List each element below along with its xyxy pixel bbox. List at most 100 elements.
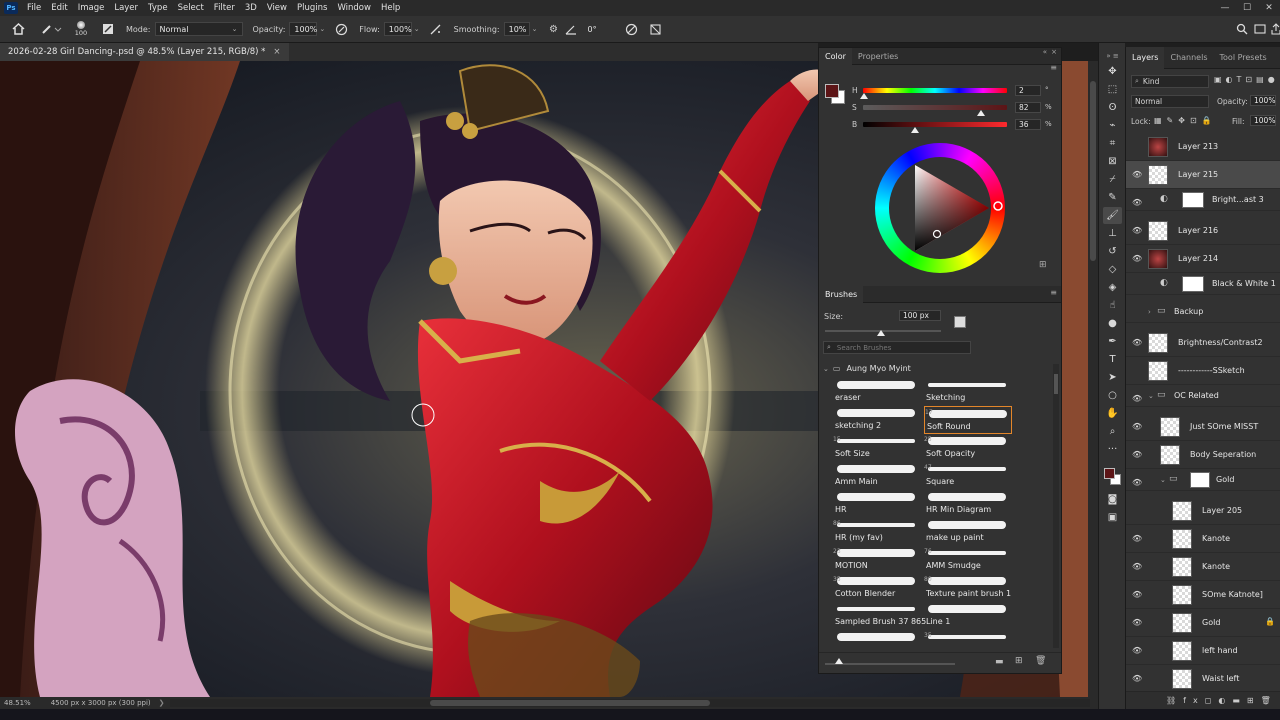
minimize-icon[interactable]: — bbox=[1214, 0, 1236, 16]
brush-preset[interactable]: 23 MOTION bbox=[833, 546, 921, 574]
preview-size-handle[interactable] bbox=[835, 658, 843, 664]
trash-icon[interactable]: 🗑 bbox=[1035, 656, 1046, 666]
brush-preset[interactable]: sketching 2 bbox=[833, 406, 921, 434]
scroll-thumb[interactable] bbox=[1090, 81, 1096, 261]
saturation-slider-handle[interactable] bbox=[977, 110, 986, 116]
layer-row[interactable]: 👁 Layer 216 bbox=[1126, 217, 1280, 245]
ellipse-tool-icon[interactable]: ○ bbox=[1103, 387, 1122, 404]
visibility-eye-icon[interactable]: 👁 bbox=[1132, 198, 1142, 208]
layer-mask-thumbnail[interactable] bbox=[1182, 192, 1204, 208]
screen-mode-icon[interactable]: ▣ bbox=[1103, 509, 1122, 526]
frame-tool-icon[interactable]: ⊠ bbox=[1103, 153, 1122, 170]
angle-icon[interactable] bbox=[563, 21, 579, 37]
layer-row[interactable]: 👁 Waist left bbox=[1126, 665, 1280, 691]
brush-list-scrollbar[interactable] bbox=[1053, 364, 1059, 648]
brightness-slider[interactable] bbox=[863, 122, 1007, 127]
gear-icon[interactable]: ⚙ bbox=[545, 21, 561, 37]
hue-input[interactable]: 2 bbox=[1015, 85, 1041, 96]
healing-brush-tool-icon[interactable]: ✎ bbox=[1103, 189, 1122, 206]
visibility-eye-icon[interactable]: 👁 bbox=[1132, 478, 1142, 488]
menu-filter[interactable]: Filter bbox=[209, 3, 240, 13]
brush-preset[interactable]: Sketching bbox=[924, 378, 1012, 406]
visibility-eye-icon[interactable]: 👁 bbox=[1132, 422, 1142, 432]
saturation-input[interactable]: 82 bbox=[1015, 102, 1041, 113]
layer-row[interactable]: 👁 Brightness/Contrast2 bbox=[1126, 329, 1280, 357]
brush-preset[interactable]: 25 Soft Opacity bbox=[924, 434, 1012, 462]
visibility-eye-icon[interactable] bbox=[1132, 282, 1142, 292]
layer-row[interactable]: 👁 Layer 215 bbox=[1126, 161, 1280, 189]
visibility-eye-icon[interactable]: 👁 bbox=[1132, 674, 1142, 684]
fill-input[interactable]: 100% bbox=[1250, 115, 1276, 126]
menu-type[interactable]: Type bbox=[143, 3, 173, 13]
visibility-eye-icon[interactable]: 👁 bbox=[1132, 394, 1142, 404]
brush-size-slider-handle[interactable] bbox=[877, 330, 885, 336]
brush-preset[interactable]: make up paint bbox=[924, 518, 1012, 546]
layer-opacity-input[interactable]: 100% bbox=[1250, 95, 1276, 106]
layer-row[interactable]: Layer 213 bbox=[1126, 133, 1280, 161]
close-window-icon[interactable]: ✕ bbox=[1258, 0, 1280, 16]
brush-preset[interactable]: HR Min Diagram bbox=[924, 490, 1012, 518]
brushes-menu-icon[interactable]: ≡ bbox=[1050, 288, 1057, 297]
layer-row[interactable]: › ▭ Backup bbox=[1126, 301, 1280, 323]
zoom-tool-icon[interactable]: ⌕ bbox=[1103, 423, 1122, 440]
group-chevron-icon[interactable]: ⌄ bbox=[1160, 476, 1166, 484]
toolbar-collapse-icon[interactable]: » ≡ bbox=[1103, 47, 1122, 64]
tab-brushes[interactable]: Brushes bbox=[819, 285, 864, 303]
preview-size-slider[interactable] bbox=[825, 663, 955, 665]
brush-preset[interactable]: HR bbox=[833, 490, 921, 518]
color-triangle[interactable] bbox=[875, 143, 1005, 273]
layer-footer-icons[interactable]: ⛓fx◻◐▬⊞🗑 bbox=[1166, 696, 1278, 705]
add-brush-icon[interactable]: ⊞ bbox=[1015, 656, 1023, 666]
eyedropper-tool-icon[interactable]: ⌿ bbox=[1103, 171, 1122, 188]
brush-preset[interactable]: 17 Soft Round bbox=[924, 406, 1012, 434]
color-wheel[interactable] bbox=[875, 143, 1005, 273]
canvas-vertical-scrollbar[interactable] bbox=[1088, 61, 1098, 697]
tab-channels[interactable]: Channels bbox=[1164, 47, 1213, 69]
brush-preset[interactable] bbox=[833, 630, 921, 652]
visibility-eye-icon[interactable]: 👁 bbox=[1132, 590, 1142, 600]
visibility-eye-icon[interactable]: 👁 bbox=[1132, 254, 1142, 264]
lock-icons[interactable]: ▦✎✥⊡🔒 bbox=[1154, 116, 1217, 125]
menu-select[interactable]: Select bbox=[173, 3, 209, 13]
brightness-input[interactable]: 36 bbox=[1015, 119, 1041, 130]
close-tab-icon[interactable]: × bbox=[273, 47, 280, 57]
document-tab[interactable]: 2026-02-28 Girl Dancing-.psd @ 48.5% (La… bbox=[0, 43, 289, 61]
brush-tool-icon[interactable]: 🖌 bbox=[1103, 207, 1122, 224]
eraser-tool-icon[interactable]: ◇ bbox=[1103, 261, 1122, 278]
visibility-eye-icon[interactable] bbox=[1132, 310, 1142, 320]
menu-window[interactable]: Window bbox=[332, 3, 376, 13]
paint-bucket-tool-icon[interactable]: ◈ bbox=[1103, 279, 1122, 296]
quick-select-tool-icon[interactable]: ⌁ bbox=[1103, 117, 1122, 134]
dodge-tool-icon[interactable]: ● bbox=[1103, 315, 1122, 332]
visibility-eye-icon[interactable]: 👁 bbox=[1132, 338, 1142, 348]
opacity-dropdown-icon[interactable]: ⌄ bbox=[319, 25, 325, 33]
menu-edit[interactable]: Edit bbox=[46, 3, 72, 13]
airbrush-icon[interactable] bbox=[428, 21, 444, 37]
symmetry-icon[interactable] bbox=[647, 21, 663, 37]
brush-preset[interactable]: 35 bbox=[924, 630, 1012, 652]
layer-row[interactable]: 👁 Kanote bbox=[1126, 553, 1280, 581]
brush-preset[interactable]: 35 Cotton Blender bbox=[833, 574, 921, 602]
history-brush-tool-icon[interactable]: ↺ bbox=[1103, 243, 1122, 260]
brush-preset-picker[interactable]: 100 bbox=[70, 17, 92, 41]
brush-settings-icon[interactable] bbox=[100, 21, 116, 37]
visibility-eye-icon[interactable] bbox=[1132, 142, 1142, 152]
visibility-eye-icon[interactable]: 👁 bbox=[1132, 170, 1142, 180]
collapse-icon[interactable]: « bbox=[1043, 48, 1047, 56]
flow-input[interactable]: 100% bbox=[383, 22, 412, 36]
brush-size-input[interactable]: 100 px bbox=[899, 310, 941, 321]
smoothing-input[interactable]: 10% bbox=[503, 22, 530, 36]
brush-preset[interactable]: eraser bbox=[833, 378, 921, 406]
brush-preset[interactable]: 80 Texture paint brush 1 bbox=[924, 574, 1012, 602]
angle-input[interactable]: 0° bbox=[583, 22, 613, 36]
brush-preset[interactable]: 15 Soft Size bbox=[833, 434, 921, 462]
brush-preset[interactable]: 47 Square bbox=[924, 462, 1012, 490]
menu-plugins[interactable]: Plugins bbox=[292, 3, 332, 13]
hue-slider-handle[interactable] bbox=[860, 93, 869, 99]
brush-scroll-thumb[interactable] bbox=[1054, 374, 1058, 394]
brush-preset[interactable]: Sampled Brush 37 865 bbox=[833, 602, 926, 630]
visibility-eye-icon[interactable] bbox=[1132, 506, 1142, 516]
layer-row[interactable]: ------------SSketch bbox=[1126, 357, 1280, 385]
layer-row[interactable]: Layer 205 bbox=[1126, 497, 1280, 525]
group-chevron-icon[interactable]: › bbox=[1148, 308, 1151, 316]
